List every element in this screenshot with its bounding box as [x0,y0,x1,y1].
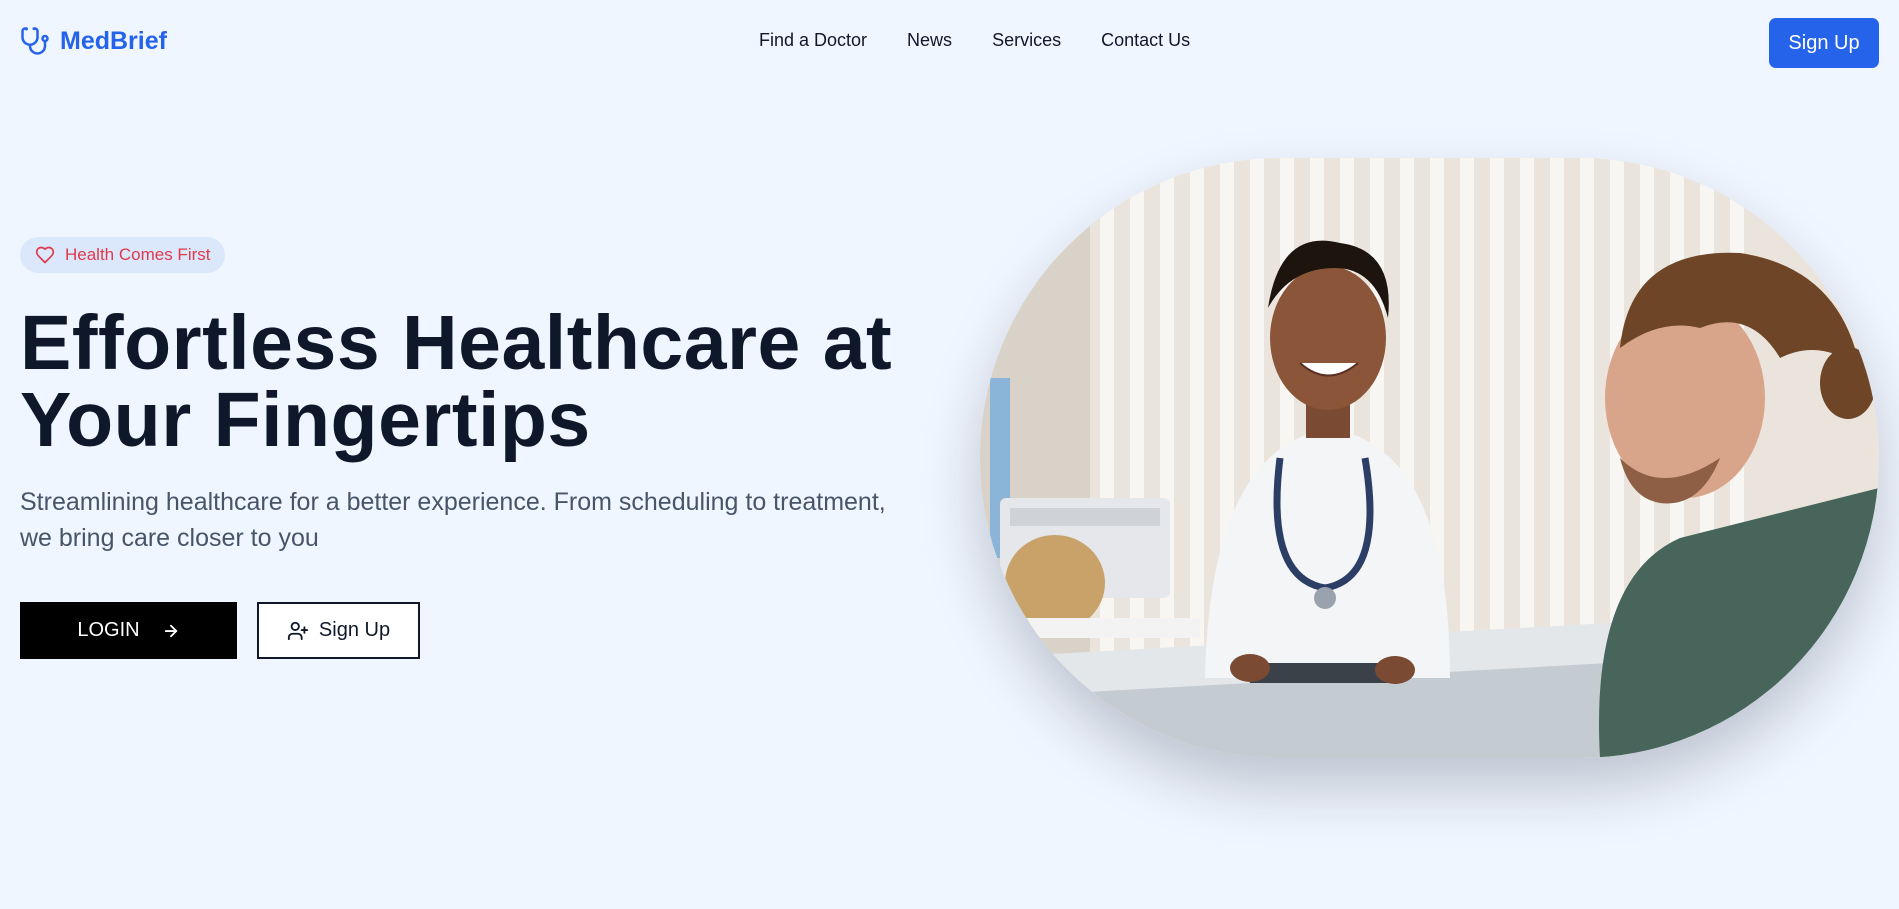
arrow-right-icon [164,624,177,637]
hero-title: Effortless Healthcare at Your Fingertips [20,305,920,459]
health-badge: Health Comes First [20,237,226,273]
nav-link-contact-us[interactable]: Contact Us [1101,30,1190,50]
header-signup-button[interactable]: Sign Up [1769,18,1879,68]
user-plus-icon [287,621,309,640]
nav-item: News [907,30,952,51]
doctor-consultation-photo [980,158,1879,758]
nav-item: Find a Doctor [759,30,867,51]
nav-link-find-a-doctor[interactable]: Find a Doctor [759,30,867,50]
badge-label: Health Comes First [65,245,211,264]
hero-subtitle: Streamlining healthcare for a better exp… [20,488,886,552]
stethoscope-icon [21,27,49,55]
hero-title-line-2: Your Fingertips [20,377,591,463]
login-button-label: LOGIN [77,619,140,641]
doctor-consultation-image [980,158,1879,758]
login-button[interactable]: LOGIN [20,602,237,659]
nav-links: Find a Doctor News Services Contact Us [759,30,1190,51]
hero-signup-button-label: Sign Up [318,619,391,641]
nav-link-services[interactable]: Services [992,30,1061,50]
heart-icon [35,246,55,264]
hero-signup-button[interactable]: Sign Up [257,602,420,659]
hero-title-line-1: Effortless Healthcare at [20,300,893,386]
nav-link-news[interactable]: News [907,30,952,50]
nav-item: Contact Us [1101,30,1190,51]
navbar: MedBrief Find a Doctor News Services Con… [0,0,1899,88]
brand-name: MedBrief [60,26,167,55]
nav-item: Services [992,30,1061,51]
brand-logo[interactable]: MedBrief [20,26,167,56]
landing-page: MedBrief Find a Doctor News Services Con… [0,0,1899,909]
